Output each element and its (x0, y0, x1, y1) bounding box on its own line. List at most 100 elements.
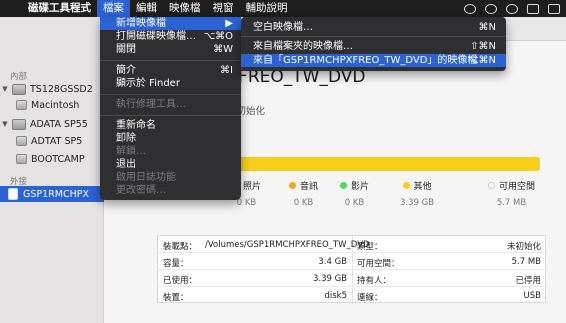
legend-video: 影片 0 KB (340, 179, 369, 208)
menu-item-label: 啟用日誌功能 (116, 172, 176, 183)
menu-item-unmount[interactable]: 卸除 (100, 132, 241, 145)
menu-item-new-image[interactable]: 新增映像檔 ▶ (100, 17, 241, 30)
legend-label: 影片 (351, 182, 370, 192)
legend-label: 音訊 (300, 182, 319, 192)
info-value: 已停用 (515, 276, 541, 286)
submenu-arrow-icon: ▶ (225, 18, 233, 29)
status-clock-icon[interactable] (506, 3, 518, 14)
hard-disk-icon (12, 83, 26, 95)
hard-disk-icon (12, 118, 26, 130)
legend-label: 照片 (243, 182, 262, 192)
menu-help[interactable]: 輔助說明 (240, 0, 294, 17)
legend-dot (289, 182, 296, 189)
menu-item-rename[interactable]: 重新命名 (100, 119, 241, 132)
submenu-item-image-from-folder[interactable]: 來自檔案夾的映像檔… ⇧⌘N (241, 40, 506, 53)
table-row: 裝置： disk5 連線： USB (158, 287, 547, 304)
sidebar-item-volume-bootcamp[interactable]: BOOTCAMP (0, 151, 104, 167)
submenu-item-image-from-disk[interactable]: 來自「GSP1RMCHPXFREO_TW_DVD」的映像檔 ⌥⌘N (241, 54, 506, 67)
menu-item-open-disk-image[interactable]: 打開磁碟映像檔… ⌥⌘O (100, 30, 241, 43)
legend-dot (340, 182, 347, 189)
submenu-item-blank-image[interactable]: 空白映像檔… ⌘N (241, 21, 506, 34)
menu-item-shortcut: ⌘W (213, 44, 233, 55)
menu-separator (100, 115, 241, 116)
legend-free-space: 可用空間 5.7 MB (488, 179, 535, 208)
menu-item-shortcut: ⌥⌘N (466, 55, 496, 66)
menu-image[interactable]: 映像檔 (163, 0, 207, 17)
menu-bar: 磁碟工具程式 檔案 編輯 映像檔 視窗 輔助說明 (0, 0, 566, 17)
menu-item-label: 來自「GSP1RMCHPXFREO_TW_DVD」的映像檔 (253, 55, 478, 66)
sidebar-item-label: BOOTCAMP (31, 153, 85, 165)
info-label: 已使用： (163, 276, 198, 286)
status-eject-icon[interactable] (464, 3, 476, 14)
menu-item-close[interactable]: 關閉 ⌘W (100, 43, 241, 56)
info-value: disk5 (324, 291, 347, 301)
menu-item-label: 新增映像檔 (116, 18, 166, 29)
menu-item-label: 顯示於 Finder (116, 78, 180, 89)
menu-separator (241, 36, 506, 37)
status-sync-icon[interactable] (485, 3, 497, 14)
menu-item-label: 解鎖… (116, 146, 146, 157)
legend-value: 0 KB (236, 198, 257, 208)
sidebar-item-label: TS128GSSD2 (30, 83, 93, 95)
info-value: USB (523, 291, 541, 301)
menu-item-run-first-aid: 執行修理工具… (100, 98, 241, 111)
legend-other: 其他 3.39 GB (400, 179, 434, 208)
legend-value: 0 KB (344, 198, 365, 208)
file-menu-dropdown: 新增映像檔 ▶ 打開磁碟映像檔… ⌥⌘O 關閉 ⌘W 簡介 ⌘I 顯示於 Fin… (100, 17, 241, 200)
sidebar-item-disk-ts128[interactable]: ▼ TS128GSSD2 (0, 81, 104, 97)
info-value: 未初始化 (506, 242, 541, 252)
info-label: 裝置： (163, 293, 189, 303)
sidebar-item-external-dvd[interactable]: GSP1RMCHPX (0, 186, 104, 202)
menu-item-label: 打開磁碟映像檔… (116, 31, 196, 42)
sidebar-item-disk-adata[interactable]: ▼ ADATA SP55 (0, 116, 104, 132)
info-label: 持有人： (357, 276, 392, 286)
sidebar-item-volume-adtat[interactable]: ADTAT SP5 (0, 133, 104, 149)
menu-item-shortcut: ⇧⌘N (470, 41, 496, 52)
external-disk-icon (8, 188, 18, 200)
menu-window[interactable]: 視窗 (207, 0, 240, 17)
sidebar-item-label: GSP1RMCHPX (23, 188, 89, 200)
info-value: 3.39 GB (312, 274, 347, 284)
info-value: 3.4 GB (318, 257, 347, 267)
menu-item-label: 退出 (116, 159, 136, 170)
volume-icon (16, 154, 27, 164)
status-display-icon[interactable] (548, 3, 560, 14)
table-row: 已使用： 3.39 GB 持有人： 已停用 (158, 270, 547, 287)
info-label: 裝載點： (163, 242, 198, 252)
info-label: 容量： (163, 259, 189, 269)
disclosure-triangle-icon[interactable]: ▼ (0, 85, 10, 93)
menu-item-label: 簡介 (116, 65, 136, 76)
legend-value: 5.7 MB (496, 198, 527, 208)
info-value: /Volumes/GSP1RMCHPXFREO_TW_DVD (205, 240, 370, 250)
menu-file[interactable]: 檔案 (97, 0, 130, 17)
menu-item-get-info[interactable]: 簡介 ⌘I (100, 64, 241, 77)
legend-label: 其他 (413, 182, 432, 192)
menu-edit[interactable]: 編輯 (130, 0, 163, 17)
info-label: 可用空間： (357, 259, 400, 269)
menu-item-unlock: 解鎖… (100, 145, 241, 158)
menu-item-show-in-finder[interactable]: 顯示於 Finder (100, 77, 241, 90)
legend-value: 0 KB (293, 198, 314, 208)
menu-app-name[interactable]: 磁碟工具程式 (22, 0, 97, 17)
sidebar: 內部 ▼ TS128GSSD2 Macintosh ▼ ADATA SP55 A… (0, 17, 104, 323)
menu-item-enable-journaling: 啟用日誌功能 (100, 171, 241, 184)
info-value: 5.7 MB (511, 257, 541, 267)
legend-dot (402, 182, 410, 189)
sidebar-item-label: ADATA SP55 (30, 118, 88, 130)
sidebar-item-volume-macintosh[interactable]: Macintosh (0, 97, 104, 113)
volume-icon (16, 136, 27, 146)
info-table: 裝載點： /Volumes/GSP1RMCHPXFREO_TW_DVD 類型： … (157, 235, 547, 304)
legend-audio: 音訊 0 KB (289, 179, 318, 208)
disclosure-triangle-icon[interactable]: ▼ (0, 120, 10, 128)
menu-item-label: 更改密碼… (116, 185, 166, 196)
status-chat-icon[interactable] (527, 3, 539, 14)
menu-item-label: 卸除 (116, 133, 136, 144)
menu-item-label: 關閉 (116, 44, 136, 55)
volume-icon (16, 100, 27, 110)
menu-item-change-password: 更改密碼… (100, 184, 241, 197)
menu-item-label: 空白映像檔… (253, 22, 313, 33)
sidebar-item-label: Macintosh (31, 99, 80, 111)
status-area (464, 0, 566, 17)
sidebar-item-label: ADTAT SP5 (31, 135, 83, 147)
menu-item-eject[interactable]: 退出 (100, 158, 241, 171)
